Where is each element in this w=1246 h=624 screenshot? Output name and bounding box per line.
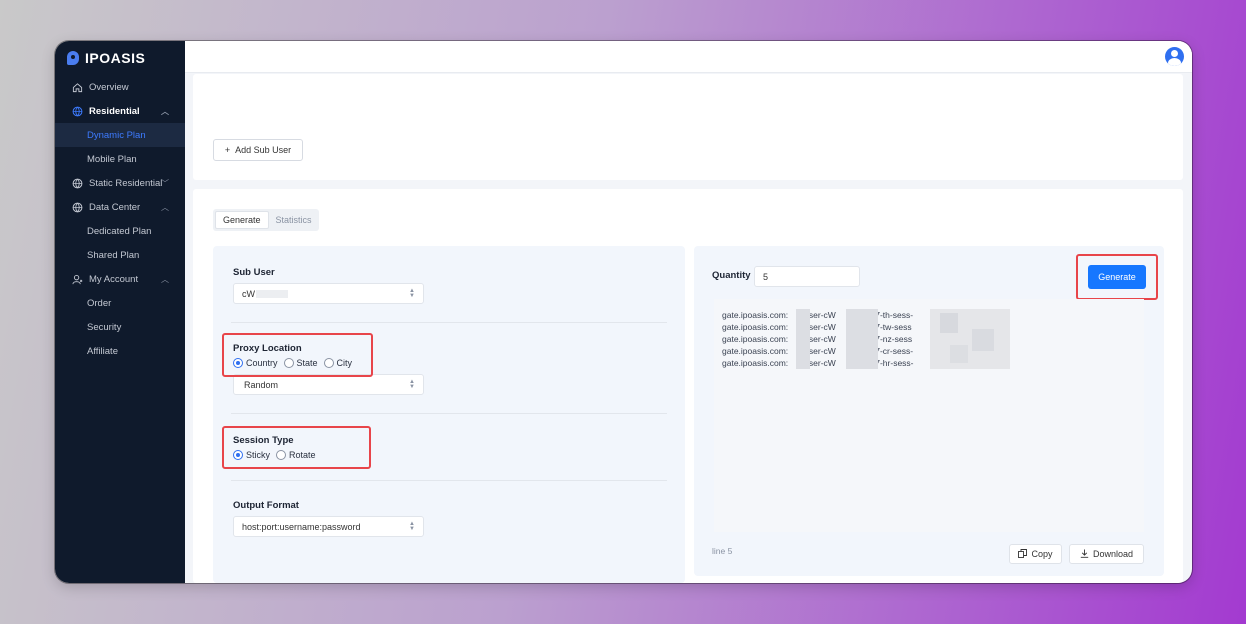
chevron-up-icon: ︿ [161,202,169,212]
sidebar-item-mobile-plan[interactable]: Mobile Plan [55,147,185,171]
sidebar-item-label: Overview [89,81,129,93]
tab-statistics[interactable]: Statistics [269,211,319,229]
download-label: Download [1092,549,1134,559]
output-format-value: host:port:username:password [242,521,361,532]
globe-icon [71,201,83,213]
copy-label: Copy [1031,549,1053,559]
top-header [185,41,1192,73]
sidebar-item-label: My Account [89,273,139,285]
settings-panel: Sub User cW ▲ ▼ Proxy Location Country St… [213,246,685,583]
sidebar-item-dynamic-plan[interactable]: Dynamic Plan [55,123,185,147]
sub-user-value: cW [242,288,255,299]
user-icon [71,273,83,285]
copy-icon [1018,548,1028,560]
sidebar-item-data-center[interactable]: Data Center ︿ [55,195,185,219]
sidebar-item-label: Static Residential [89,177,163,189]
sidebar-item-affiliate[interactable]: Affiliate [55,339,185,363]
divider [231,480,667,481]
redacted-block [256,290,288,298]
app-window: IPOASIS Overview Residential ︿ Dynamic P… [55,41,1192,583]
quantity-label: Quantity [712,270,751,281]
sidebar-item-order[interactable]: Order [55,291,185,315]
generate-highlight [1076,254,1158,300]
select-arrows-icon: ▲ ▼ [409,379,415,390]
add-sub-user-button[interactable]: + Add Sub User [213,139,303,161]
redacted-block [950,345,968,363]
redacted-block [972,329,994,351]
sidebar-item-label: Residential [89,105,140,117]
session-type-highlight [222,426,371,469]
avatar[interactable] [1165,47,1184,66]
quantity-input[interactable]: 5 [754,266,860,287]
logo[interactable]: IPOASIS [55,41,185,75]
globe-icon [71,177,83,189]
plus-icon: + [224,145,231,155]
sidebar-item-dedicated-plan[interactable]: Dedicated Plan [55,219,185,243]
copy-button[interactable]: Copy [1009,544,1062,564]
sidebar-item-static-residential[interactable]: Static Residential ﹀ [55,171,185,195]
redacted-block [846,309,878,369]
download-button[interactable]: Download [1069,544,1144,564]
proxy-output-textarea[interactable]: gate.ipoasis.com: user-cW 307-th-sess- gat… [714,299,1144,532]
add-sub-user-label: Add Sub User [235,145,292,155]
region-value: Random [244,379,279,390]
sidebar-item-my-account[interactable]: My Account ︿ [55,267,185,291]
download-icon [1080,549,1089,560]
sub-user-card: + Add Sub User [193,74,1183,180]
region-select[interactable]: Random ▲ ▼ [233,374,424,395]
chevron-down-icon: ﹀ [161,178,169,188]
sidebar-item-overview[interactable]: Overview [55,75,185,99]
sidebar: IPOASIS Overview Residential ︿ Dynamic P… [55,41,185,583]
home-icon [71,81,83,93]
globe-icon [71,105,83,117]
output-panel: Quantity 5 Generate gate.ipoasis.com: use… [694,246,1164,576]
proxy-line: gate.ipoasis.com: user-cW 307-tw-sess [722,322,912,332]
proxy-line: gate.ipoasis.com: user-cW 307-cr-sess- [722,346,914,356]
redacted-block [940,313,958,333]
chevron-up-icon: ︿ [161,106,169,116]
line-count: line 5 [712,546,733,556]
redacted-block [796,309,810,369]
select-arrows-icon: ▲ ▼ [409,521,415,532]
sub-user-label: Sub User [233,267,275,278]
proxy-line: gate.ipoasis.com: user-cW 307-th-sess- [722,310,914,320]
tab-bar: Generate Statistics [213,209,319,231]
sidebar-item-security[interactable]: Security [55,315,185,339]
tab-generate[interactable]: Generate [215,211,269,229]
sidebar-item-shared-plan[interactable]: Shared Plan [55,243,185,267]
proxy-line: gate.ipoasis.com: user-cW 307-nz-sess [722,334,913,344]
generator-card: Generate Statistics Sub User cW ▲ ▼ Proxy… [193,189,1183,583]
proxy-location-highlight [222,333,373,377]
sidebar-item-residential[interactable]: Residential ︿ [55,99,185,123]
select-arrows-icon: ▲ ▼ [409,288,415,299]
sidebar-item-label: Data Center [89,201,141,213]
ipoasis-logo-icon [67,51,79,65]
divider [231,322,667,323]
sub-user-select[interactable]: cW ▲ ▼ [233,283,424,304]
logo-text: IPOASIS [85,50,146,66]
divider [231,413,667,414]
output-format-select[interactable]: host:port:username:password ▲ ▼ [233,516,424,537]
proxy-line: gate.ipoasis.com: user-cW 307-hr-sess- [722,358,914,368]
output-format-label: Output Format [233,500,299,511]
chevron-up-icon: ︿ [161,274,169,284]
